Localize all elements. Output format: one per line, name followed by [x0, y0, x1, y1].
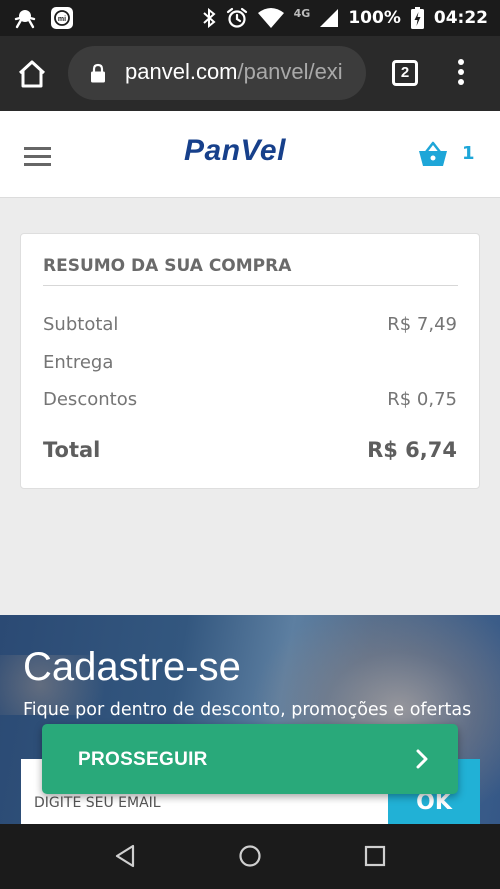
subtotal-value: R$ 7,49 — [387, 314, 457, 335]
newsletter-title: Cadastre-se — [23, 645, 241, 689]
cart-count-badge[interactable]: 1 — [462, 143, 475, 164]
address-bar[interactable]: panvel.com/panvel/exi — [68, 46, 366, 100]
site-header: PanVel 1 — [0, 111, 500, 198]
hamburger-menu-icon[interactable] — [24, 147, 51, 166]
alarm-icon — [226, 7, 247, 28]
bluetooth-icon — [202, 8, 216, 28]
signal-icon — [320, 9, 339, 27]
battery-percent: 100% — [348, 8, 401, 28]
mi-notification-icon: mi — [51, 7, 73, 29]
total-value: R$ 6,74 — [367, 438, 457, 462]
home-nav-icon[interactable] — [238, 844, 262, 868]
home-icon[interactable] — [16, 58, 48, 90]
discount-label: Descontos — [43, 389, 138, 410]
proceed-label: PROSSEGUIR — [78, 749, 208, 770]
summary-title: RESUMO DA SUA COMPRA — [43, 256, 292, 276]
svg-text:mi: mi — [58, 16, 66, 23]
summary-divider — [43, 285, 458, 286]
browser-menu-icon[interactable] — [454, 59, 468, 89]
discount-value: R$ 0,75 — [387, 389, 457, 410]
tab-switcher-button[interactable]: 2 — [392, 60, 418, 86]
chevron-right-icon — [416, 749, 428, 769]
url-path: /panvel/exi — [237, 59, 343, 84]
status-bar: mi 4G 100% 04:22 — [0, 0, 500, 36]
recent-apps-icon[interactable] — [364, 845, 386, 867]
panvel-logo[interactable]: PanVel — [184, 134, 286, 168]
newsletter-subtitle: Fique por dentro de desconto, promoções … — [23, 700, 472, 720]
cart-basket-icon[interactable] — [418, 141, 448, 167]
delivery-label: Entrega — [43, 352, 114, 373]
network-type: 4G — [293, 6, 311, 20]
wifi-icon — [257, 8, 284, 28]
subtotal-label: Subtotal — [43, 314, 119, 335]
total-label: Total — [43, 438, 101, 462]
lock-icon — [91, 63, 105, 83]
clock: 04:22 — [433, 8, 488, 28]
proceed-button[interactable]: PROSSEGUIR — [42, 724, 458, 794]
browser-toolbar: panvel.com/panvel/exi 2 — [0, 36, 500, 111]
url-domain: panvel.com — [125, 59, 238, 84]
battery-charging-icon — [410, 7, 424, 29]
system-navigation-bar — [0, 824, 500, 889]
url-text: panvel.com/panvel/exi — [125, 59, 343, 85]
order-summary-card: RESUMO DA SUA COMPRA Subtotal R$ 7,49 En… — [20, 233, 480, 489]
app-notification-icon — [14, 10, 36, 29]
back-icon[interactable] — [114, 844, 136, 868]
